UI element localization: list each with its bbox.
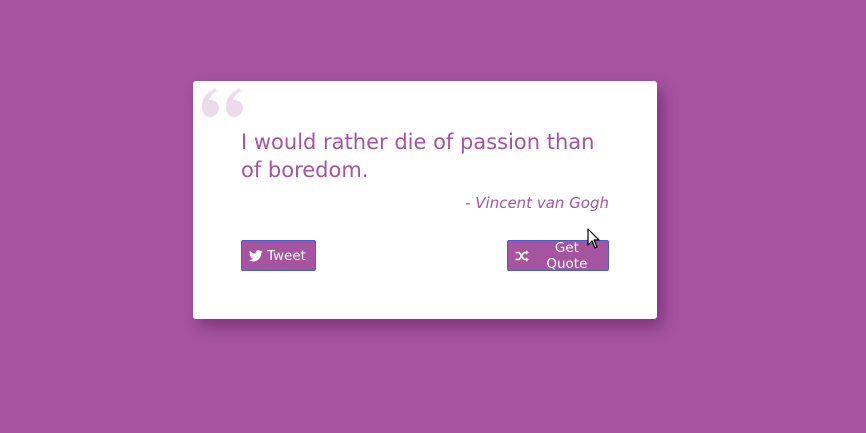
tweet-button-label: Tweet [267, 247, 306, 264]
twitter-icon [249, 249, 263, 261]
shuffle-icon [515, 249, 529, 262]
quote-left-icon [202, 88, 243, 117]
quote-card: I would rather die of passion than of bo… [193, 81, 657, 319]
quote-author: - Vincent van Gogh [465, 194, 609, 212]
mouse-pointer-icon [587, 228, 600, 249]
tweet-button[interactable]: Tweet [241, 240, 316, 271]
quote-text: I would rather die of passion than of bo… [241, 130, 595, 182]
